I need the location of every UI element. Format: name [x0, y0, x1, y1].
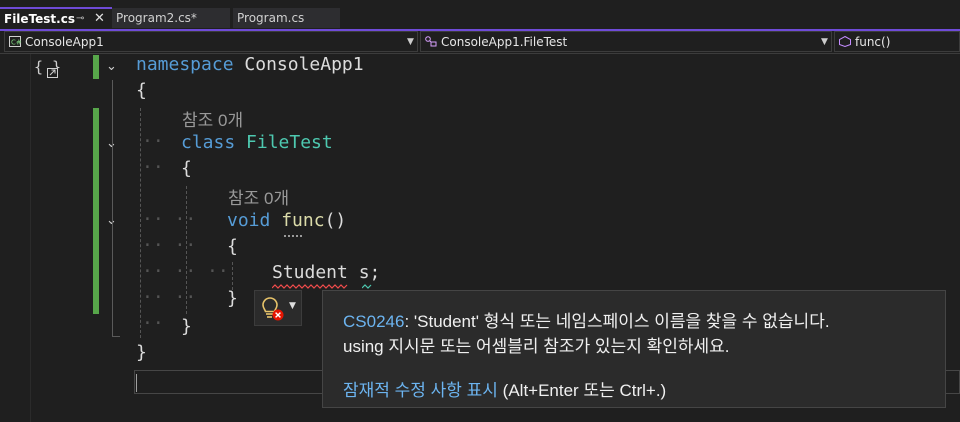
- whitespace-dots: ·· ·· ··: [142, 261, 229, 282]
- show-fixes-link[interactable]: 잠재적 수정 사항 표시: [343, 381, 498, 400]
- codelens-references[interactable]: 참조 0개: [182, 106, 243, 131]
- error-code-link[interactable]: CS0246: [343, 312, 404, 331]
- keyword: void: [227, 210, 271, 231]
- member-label: func(): [855, 35, 891, 49]
- chevron-down-icon: ▼: [289, 301, 296, 311]
- chevron-down-icon[interactable]: ⌄: [106, 214, 120, 228]
- code-line-brace: {: [227, 236, 238, 257]
- suggestion-dots: [284, 231, 302, 237]
- tab-label: FileTest.cs: [4, 12, 75, 26]
- member-dropdown[interactable]: func(): [834, 31, 960, 52]
- error-message-line1: CS0246: 'Student' 형식 또는 네임스페이스 이름을 찾을 수 …: [343, 307, 830, 332]
- navigation-bar: C# ConsoleApp1 ▼ ConsoleApp1.FileTest ▼ …: [0, 31, 960, 54]
- code-line-student: Student s;: [272, 260, 380, 286]
- class-label: ConsoleApp1.FileTest: [441, 35, 568, 49]
- code-line-brace: }: [136, 342, 147, 363]
- error-message-line2: using 지시문 또는 어셈블리 참조가 있는지 확인하세요.: [343, 337, 730, 356]
- keyword: class: [181, 132, 236, 153]
- code-line-class: class FileTest: [181, 130, 333, 156]
- text-caret: [136, 374, 137, 392]
- warning-squiggle: [362, 284, 372, 289]
- quick-actions-button[interactable]: ▼: [254, 290, 302, 326]
- code-line-brace: {: [181, 158, 192, 179]
- class-name: FileTest: [246, 132, 333, 153]
- fix-shortcut: (Alt+Enter 또는 Ctrl+.): [497, 381, 667, 400]
- keyword: namespace: [136, 54, 234, 75]
- whitespace-dots: ··: [142, 131, 164, 152]
- scope-braces-icon[interactable]: { }: [34, 58, 64, 82]
- whitespace-dots: ·· ··: [142, 235, 197, 256]
- whitespace-dots: ·· ··: [142, 209, 197, 230]
- whitespace-dots: ··: [142, 313, 164, 334]
- fold-line: [112, 80, 113, 336]
- error-tooltip: CS0246: 'Student' 형식 또는 네임스페이스 이름을 찾을 수 …: [322, 290, 946, 408]
- whitespace-dots: ··: [142, 157, 164, 178]
- method-icon: [839, 36, 851, 47]
- pin-icon[interactable]: ⊸: [76, 9, 84, 29]
- project-label: ConsoleApp1: [25, 35, 104, 49]
- student-type[interactable]: Student: [272, 262, 348, 283]
- lightbulb-error-icon: [262, 297, 284, 321]
- indent-guide: [140, 108, 141, 338]
- project-dropdown[interactable]: C# ConsoleApp1 ▼: [4, 31, 418, 52]
- chevron-down-icon[interactable]: ⌄: [106, 60, 120, 74]
- tab-filetest[interactable]: FileTest.cs ⊸ ✕: [0, 7, 112, 29]
- error-message: : 'Student' 형식 또는 네임스페이스 이름을 찾을 수 없습니다.: [404, 312, 830, 331]
- codelens-references[interactable]: 참조 0개: [228, 184, 289, 209]
- tab-label: Program2.cs*: [116, 11, 197, 25]
- variable-name: s;: [358, 262, 381, 283]
- class-dropdown[interactable]: ConsoleApp1.FileTest ▼: [420, 31, 832, 52]
- func-parens: (): [324, 210, 347, 231]
- whitespace-dots: ·· ··: [142, 287, 197, 308]
- tab-program2[interactable]: Program2.cs*: [112, 8, 230, 28]
- tab-program[interactable]: Program.cs: [233, 8, 340, 28]
- tab-label: Program.cs: [237, 11, 305, 25]
- fix-suggestion: 잠재적 수정 사항 표시 (Alt+Enter 또는 Ctrl+.): [343, 376, 666, 401]
- chevron-down-icon: ▼: [821, 37, 828, 47]
- change-bar: [93, 55, 99, 79]
- csharp-project-icon: C#: [9, 36, 21, 47]
- close-icon[interactable]: ✕: [94, 9, 105, 29]
- tab-bar: FileTest.cs ⊸ ✕ Program2.cs* Program.cs: [0, 0, 960, 30]
- class-icon: [425, 36, 437, 47]
- change-bar: [93, 108, 99, 314]
- error-squiggle: [272, 284, 348, 289]
- function-name: func: [281, 210, 325, 231]
- namespace-name: ConsoleApp1: [244, 54, 364, 75]
- code-line-brace: }: [227, 288, 238, 309]
- code-line-brace: {: [136, 80, 147, 101]
- code-line-brace: }: [181, 316, 192, 337]
- fold-line-end: [112, 336, 120, 337]
- svg-text:C#: C#: [11, 39, 21, 47]
- indicator-margin: [0, 54, 31, 422]
- chevron-down-icon[interactable]: ⌄: [106, 137, 120, 151]
- code-line-namespace: namespace ConsoleApp1: [136, 52, 364, 78]
- chevron-down-icon: ▼: [407, 37, 414, 47]
